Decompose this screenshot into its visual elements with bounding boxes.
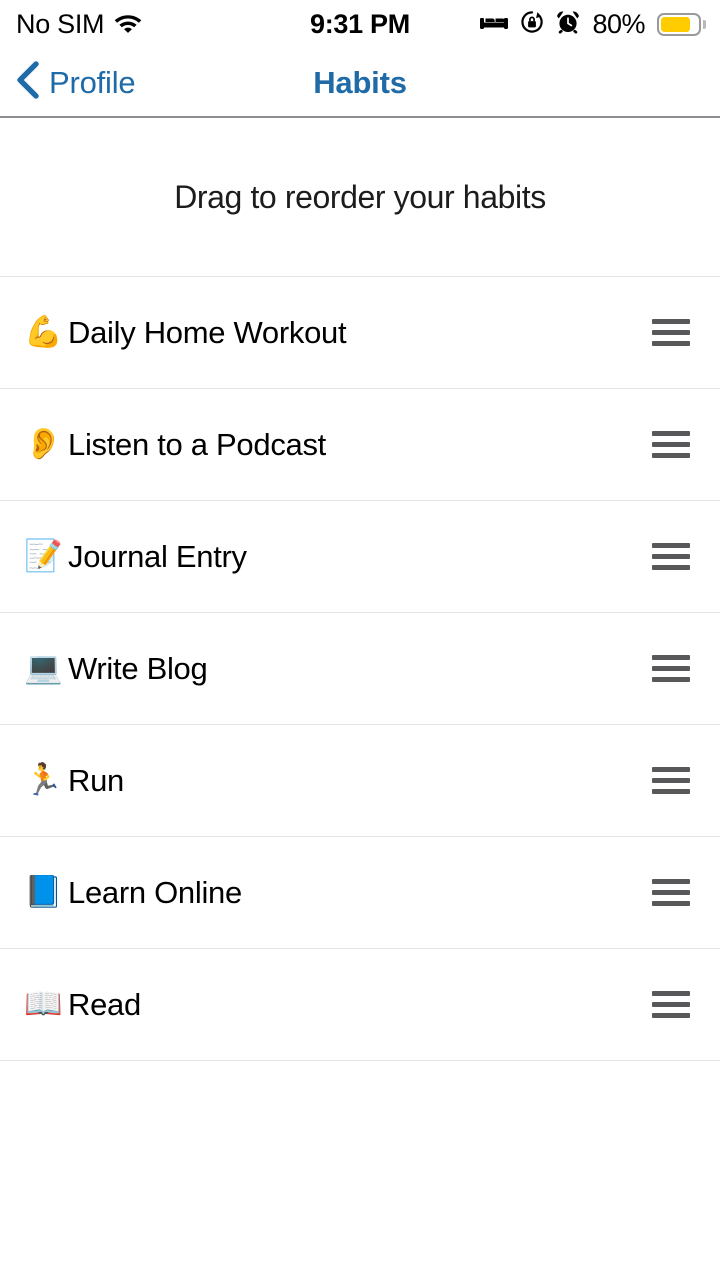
runner-emoji: 🏃 — [24, 762, 63, 798]
memo-emoji: 📝 — [24, 538, 63, 574]
battery-cap — [703, 19, 706, 29]
status-bar-right: 80% — [479, 9, 706, 40]
flexed-biceps-emoji: 💪 — [24, 314, 63, 350]
drag-handle-bar — [652, 767, 690, 772]
rotation-lock-icon — [519, 9, 545, 40]
battery-percent-label: 80% — [592, 8, 645, 39]
list-header-text: Drag to reorder your habits — [174, 179, 546, 215]
drag-handle-bar — [652, 453, 690, 458]
drag-handle-bar — [652, 991, 690, 996]
drag-handle-bar — [652, 1002, 690, 1007]
habit-row[interactable]: 📝 Journal Entry — [0, 501, 720, 613]
drag-handle-bar — [652, 789, 690, 794]
status-bar: No SIM 9:31 PM 80% — [0, 0, 720, 48]
habit-row[interactable]: 📖 Read — [0, 949, 720, 1061]
list-header: Drag to reorder your habits — [0, 118, 720, 277]
drag-handle-bar — [652, 543, 690, 548]
back-button[interactable]: Profile — [0, 60, 136, 105]
drag-handle-bar — [652, 565, 690, 570]
drag-handle-icon[interactable] — [652, 315, 690, 350]
habit-row[interactable]: 👂 Listen to a Podcast — [0, 389, 720, 501]
back-button-label: Profile — [49, 64, 136, 100]
drag-handle-bar — [652, 890, 690, 895]
app-screen: No SIM 9:31 PM 80% Profile Habits Drag t… — [0, 0, 720, 1280]
status-bar-left: No SIM — [16, 8, 143, 39]
drag-handle-bar — [652, 1013, 690, 1018]
navigation-bar: Profile Habits — [0, 48, 720, 118]
drag-handle-icon[interactable] — [652, 763, 690, 798]
habit-label: Write Blog — [68, 651, 208, 686]
habit-list: 💪 Daily Home Workout 👂 Listen to a Podcast 📝… — [0, 277, 720, 1061]
drag-handle-bar — [652, 330, 690, 335]
habit-row[interactable]: 📘 Learn Online — [0, 837, 720, 949]
habit-label: Listen to a Podcast — [68, 427, 326, 462]
habit-row[interactable]: 💪 Daily Home Workout — [0, 277, 720, 389]
drag-handle-bar — [652, 554, 690, 559]
habit-label: Journal Entry — [68, 539, 247, 574]
drag-handle-icon[interactable] — [652, 539, 690, 574]
drag-handle-bar — [652, 677, 690, 682]
habit-row[interactable]: 💻 Write Blog — [0, 613, 720, 725]
drag-handle-bar — [652, 431, 690, 436]
open-book-emoji: 📖 — [24, 986, 63, 1022]
wifi-icon — [113, 11, 143, 38]
habit-label: Learn Online — [68, 875, 242, 910]
habit-label: Read — [68, 987, 141, 1022]
carrier-label: No SIM — [16, 8, 105, 39]
drag-handle-icon[interactable] — [652, 987, 690, 1022]
main-content: Drag to reorder your habits 💪 Daily Home … — [0, 118, 720, 1280]
drag-handle-icon[interactable] — [652, 651, 690, 686]
drag-handle-bar — [652, 778, 690, 783]
drag-handle-bar — [652, 442, 690, 447]
page-title: Habits — [313, 64, 407, 100]
drag-handle-bar — [652, 319, 690, 324]
alarm-clock-icon — [555, 9, 581, 40]
sleep-mode-icon — [479, 11, 509, 38]
drag-handle-icon[interactable] — [652, 427, 690, 462]
ear-emoji: 👂 — [24, 426, 63, 462]
drag-handle-bar — [652, 879, 690, 884]
habit-label: Run — [68, 763, 124, 798]
battery-fill — [661, 16, 690, 32]
battery-body — [657, 12, 701, 36]
laptop-emoji: 💻 — [24, 650, 63, 686]
habit-label: Daily Home Workout — [68, 315, 347, 350]
drag-handle-bar — [652, 655, 690, 660]
drag-handle-bar — [652, 666, 690, 671]
drag-handle-bar — [652, 341, 690, 346]
empty-list-area — [0, 1061, 720, 1280]
battery-icon — [657, 12, 706, 36]
drag-handle-icon[interactable] — [652, 875, 690, 910]
blue-book-emoji: 📘 — [24, 874, 63, 910]
drag-handle-bar — [652, 901, 690, 906]
habit-row[interactable]: 🏃 Run — [0, 725, 720, 837]
clock-label: 9:31 PM — [310, 8, 410, 39]
chevron-left-icon — [14, 60, 40, 105]
